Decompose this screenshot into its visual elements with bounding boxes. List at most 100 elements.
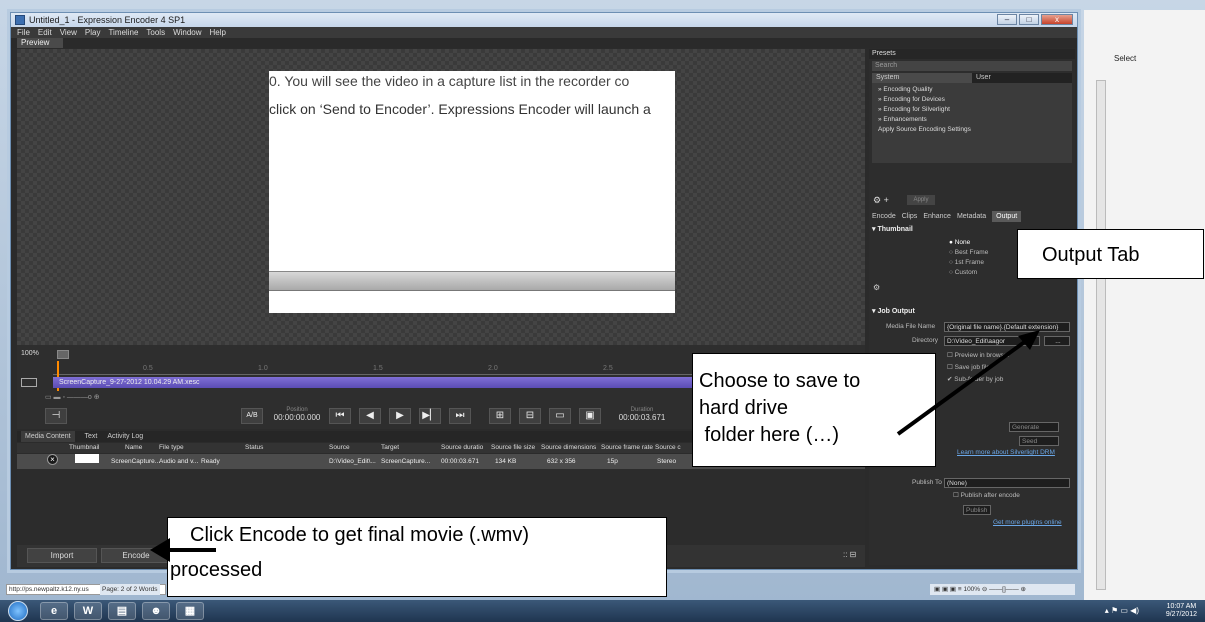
tab-output[interactable]: Output [992, 211, 1022, 222]
encode-button[interactable]: Encode [101, 548, 171, 563]
tab-enhance[interactable]: Enhance [923, 211, 951, 222]
col-thumbnail[interactable]: Thumbnail [69, 443, 99, 453]
preset-search-input[interactable]: Search [872, 61, 1072, 71]
job-output-section-title[interactable]: ▾ Job Output [872, 307, 1072, 315]
word-page-status: Page: 2 of 2 Words [100, 584, 160, 595]
position-display: Position 00:00:00.000 [267, 407, 327, 422]
close-button[interactable]: x [1041, 14, 1073, 25]
tab-media-content[interactable]: Media Content [21, 431, 75, 442]
col-file-type[interactable]: File type [159, 443, 184, 453]
tab-preview[interactable]: Preview [17, 38, 64, 48]
list-item[interactable]: » Encoding Quality [878, 85, 1066, 95]
menu-tools[interactable]: Tools [146, 27, 165, 38]
split-icon[interactable]: ⊞ [489, 408, 511, 424]
clock-date: 9/27/2012 [1165, 611, 1197, 618]
apply-button[interactable]: Apply [907, 195, 935, 205]
add-marker-button[interactable]: ⊣ [45, 408, 67, 424]
ie-taskbar-icon[interactable]: e [40, 602, 68, 620]
tab-metadata[interactable]: Metadata [957, 211, 986, 222]
go-end-button[interactable]: ⏭ [449, 408, 471, 424]
callout-save-folder: Choose to save to hard drive folder here… [692, 353, 936, 467]
tab-text[interactable]: Text [85, 431, 98, 442]
duration-value: 00:00:03.671 [618, 413, 666, 422]
col-status[interactable]: Status [245, 443, 263, 453]
radio-custom[interactable]: ○ Custom [949, 269, 977, 276]
gear-icon[interactable]: ⚙ [873, 283, 880, 292]
col-source-frame-rate[interactable]: Source frame rate [601, 443, 653, 453]
cc-icon[interactable]: ▣ [579, 408, 601, 424]
check-preview[interactable]: ☐ Preview in browser [947, 351, 1067, 359]
tab-user[interactable]: User [972, 73, 1072, 83]
tab-encode[interactable]: Encode [872, 211, 896, 222]
browse-button[interactable]: ... [1044, 336, 1070, 346]
ruler-tick: 2.5 [603, 365, 613, 372]
minimize-button[interactable]: – [997, 14, 1017, 25]
ruler-tick: 0.5 [143, 365, 153, 372]
plugins-link[interactable]: Get more plugins online [993, 519, 1062, 526]
preset-tabs: System User [872, 73, 1072, 83]
tab-system[interactable]: System [872, 73, 972, 83]
select-label[interactable]: Select [1114, 54, 1136, 63]
publish-select[interactable]: (None) [944, 478, 1070, 488]
list-item[interactable]: » Encoding for Devices [878, 95, 1066, 105]
trim-icon[interactable]: ⊟ [519, 408, 541, 424]
background-scrollbar[interactable] [1096, 80, 1106, 590]
check-publish-after[interactable]: ☐ Publish after encode [953, 491, 1073, 499]
remove-item-icon[interactable]: × [47, 454, 58, 465]
layout-toggle-icon[interactable]: :: ⊟ [843, 550, 856, 559]
encoder-taskbar-icon[interactable]: ▦ [176, 602, 204, 620]
media-file-name-field[interactable]: {Original file name}.{Default extension} [944, 322, 1070, 332]
check-sub-folder[interactable]: ✔ Sub-folder by job [947, 375, 1067, 383]
tab-clips[interactable]: Clips [902, 211, 918, 222]
col-name[interactable]: Name [125, 443, 142, 453]
preset-actions-icon[interactable]: ⚙ + [873, 195, 889, 206]
timeline-view-controls[interactable]: ▭ ▬ ◦ ———o ⊕ [45, 393, 135, 401]
menu-edit[interactable]: Edit [38, 27, 52, 38]
word-taskbar-icon[interactable]: W [74, 602, 102, 620]
import-button[interactable]: Import [27, 548, 97, 563]
title-bar: Untitled_1 - Expression Encoder 4 SP1 – … [11, 13, 1077, 27]
col-source-dimensions[interactable]: Source dimensions [541, 443, 596, 453]
go-start-button[interactable]: ⏮ [329, 408, 351, 424]
clock-time: 10:07 AM [1166, 603, 1197, 610]
menu-help[interactable]: Help [210, 27, 226, 38]
step-forward-button[interactable]: ▶▏ [419, 408, 441, 424]
col-source-file-size[interactable]: Source file size [491, 443, 535, 453]
maximize-button[interactable]: □ [1019, 14, 1039, 25]
generate-button[interactable]: Generate [1009, 422, 1059, 432]
play-button[interactable]: ▶ [389, 408, 411, 424]
step-back-button[interactable]: ◀ [359, 408, 381, 424]
radio-none[interactable]: ● None [949, 239, 970, 246]
system-tray-icons[interactable]: ▴ ⚑ ▭ ◀) [1105, 606, 1139, 615]
tab-activity-log[interactable]: Activity Log [107, 431, 143, 442]
list-item[interactable]: » Enhancements [878, 115, 1066, 125]
menu-window[interactable]: Window [173, 27, 201, 38]
radio-1st-frame[interactable]: ○ 1st Frame [949, 259, 984, 266]
menu-file[interactable]: File [17, 27, 30, 38]
explorer-taskbar-icon[interactable]: ▤ [108, 602, 136, 620]
col-source-channels[interactable]: Source c [655, 443, 681, 453]
video-frame: 0. You will see the video in a capture l… [269, 71, 675, 313]
col-source[interactable]: Source [329, 443, 350, 453]
ab-compare-button[interactable]: A/B [241, 408, 263, 424]
list-item[interactable]: Apply Source Encoding Settings [878, 125, 1066, 135]
menu-view[interactable]: View [60, 27, 77, 38]
list-item[interactable]: » Encoding for Silverlight [878, 105, 1066, 115]
publish-button[interactable]: Publish [963, 505, 991, 515]
zoom-dropdown[interactable] [57, 350, 69, 359]
cell-file-size: 134 KB [495, 458, 517, 465]
start-button[interactable] [8, 601, 28, 621]
seed-button[interactable]: Seed [1019, 436, 1059, 446]
recorder-taskbar-icon[interactable]: ☻ [142, 602, 170, 620]
col-target[interactable]: Target [381, 443, 399, 453]
radio-best-frame[interactable]: ○ Best Frame [949, 249, 988, 256]
check-save-job[interactable]: ☐ Save job file [947, 363, 1067, 371]
clock[interactable]: 10:07 AM 9/27/2012 [1166, 603, 1197, 619]
cell-dimensions: 632 x 356 [547, 458, 576, 465]
col-source-duration[interactable]: Source duratio [441, 443, 483, 453]
directory-field[interactable]: D:\Video_Edit\aagor [944, 336, 1040, 346]
menu-play[interactable]: Play [85, 27, 101, 38]
drm-link[interactable]: Learn more about Silverlight DRM [957, 449, 1055, 456]
clip-icon[interactable]: ▭ [549, 408, 571, 424]
menu-timeline[interactable]: Timeline [108, 27, 138, 38]
